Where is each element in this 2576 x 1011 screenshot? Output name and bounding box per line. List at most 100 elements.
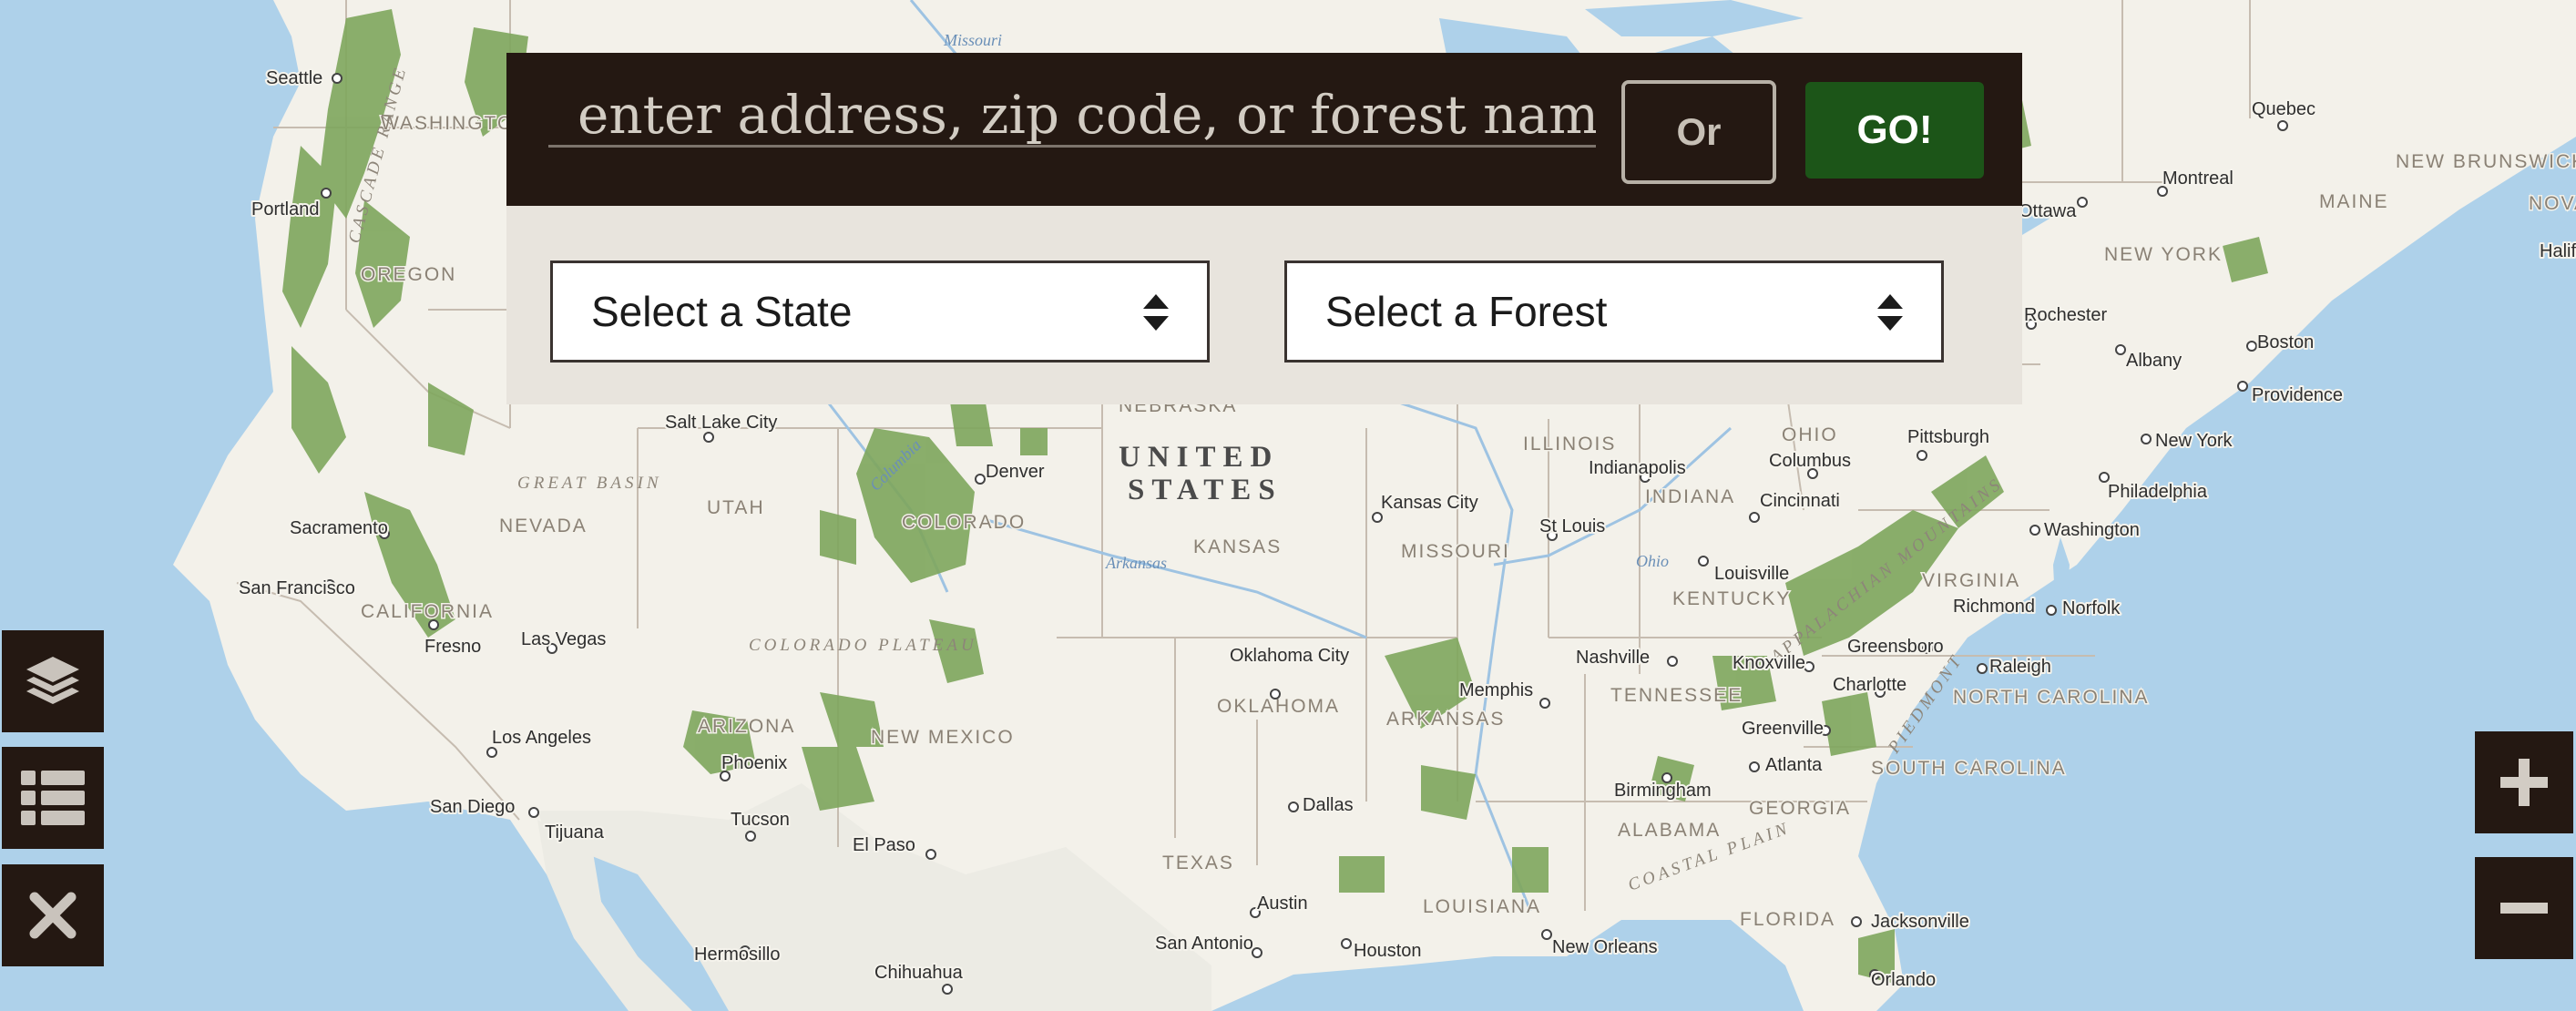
state-label: NORTH CAROLINA [1953,687,2149,708]
layers-icon [26,657,79,704]
water-label: Arkansas [1105,554,1167,572]
state-label: NEW YORK [2104,244,2223,265]
city-label: Rochester [2024,305,2107,325]
city-label: Salt Lake City [665,413,777,433]
city-label: Dallas [1303,795,1354,815]
city-label: Pittsburgh [1907,427,1989,447]
city-label: Nashville [1576,648,1650,668]
list-button[interactable] [2,747,104,849]
city-label: Halifax [2540,241,2576,261]
city-label: Columbus [1769,451,1851,471]
sort-arrows-icon [1143,294,1169,331]
state-label: VIRGINIA [1922,570,2020,591]
filter-panel: Select a State Select a Forest [506,206,2022,404]
state-label: MAINE [2319,191,2389,212]
city-label: Austin [1257,894,1308,914]
city-label: Portland [251,199,320,220]
state-label: CALIFORNIA [361,601,494,622]
city-label: Oklahoma City [1230,646,1349,666]
city-label: Washington [2044,520,2140,540]
plus-icon [2500,759,2548,806]
minus-icon [2500,903,2548,914]
state-label: NEW BRUNSWICK [2396,151,2576,172]
city-label: Charlotte [1833,675,1906,695]
close-button[interactable] [2,864,104,966]
city-label: Atlanta [1765,755,1823,775]
city-label: Richmond [1953,597,2035,617]
region-label: GREAT BASIN [517,474,662,493]
zoom-out-button[interactable] [2475,857,2573,959]
city-label: Louisville [1714,564,1789,584]
city-label: San Antonio [1155,934,1253,954]
city-label: Montreal [2162,168,2234,189]
state-label: TENNESSEE [1610,685,1743,706]
city-label: Ottawa [2019,201,2077,221]
city-label: Raleigh [1989,657,2051,677]
state-label: ARIZONA [698,716,795,737]
list-icon [21,771,85,825]
state-label: ILLINOIS [1523,434,1616,454]
state-select-label: Select a State [591,288,853,335]
or-separator: Or [1621,80,1776,184]
city-label: San Diego [430,797,515,817]
city-label: New Orleans [1552,937,1658,957]
state-select[interactable]: Select a State [550,260,1210,363]
state-label: NEW MEXICO [871,727,1015,748]
close-icon [29,892,77,939]
zoom-in-button[interactable] [2475,731,2573,833]
city-label: St Louis [1539,516,1605,536]
state-label: ALABAMA [1618,820,1721,841]
city-label: Denver [986,462,1045,482]
go-button[interactable]: GO! [1805,82,1984,179]
city-label: Quebec [2252,99,2315,119]
state-label: NEVADA [499,516,588,536]
search-bar: Or GO! [506,53,2022,206]
city-label: Hermosillo [694,945,780,965]
city-label: Birmingham [1614,781,1712,801]
city-label: Greenville [1742,719,1824,739]
city-label: Boston [2257,332,2314,352]
state-label: OREGON [361,264,456,285]
forest-select[interactable]: Select a Forest [1284,260,1944,363]
state-label: ARKANSAS [1386,709,1505,730]
city-label: Tijuana [545,822,605,842]
state-label: GEORGIA [1749,798,1851,819]
city-label: Jacksonville [1871,912,1969,932]
city-label: Fresno [424,637,481,657]
layers-button[interactable] [2,630,104,732]
state-label: NOVA SCOTIA [2529,193,2576,214]
state-label: SOUTH CAROLINA [1871,758,2067,779]
city-label: Cincinnati [1760,491,1840,511]
city-label: Sacramento [290,518,388,538]
forest-select-label: Select a Forest [1325,288,1608,335]
city-label: Philadelphia [2108,482,2208,502]
water-label: Missouri [943,31,1002,49]
city-label: Albany [2126,351,2182,371]
state-label: FLORIDA [1740,909,1835,930]
city-label: Orlando [1871,970,1936,990]
city-label: Knoxville [1733,653,1805,673]
city-label: Phoenix [721,753,787,773]
water-label: Ohio [1636,552,1669,570]
address-search-input[interactable] [548,84,1596,148]
state-label: UTAH [707,497,765,518]
city-label: Greensboro [1847,637,1944,657]
city-label: Seattle [266,68,322,88]
sort-arrows-icon [1877,294,1903,331]
city-label: Los Angeles [492,728,591,748]
city-label: Houston [1354,941,1422,961]
region-label: COLORADO PLATEAU [749,636,977,655]
state-label: LOUISIANA [1423,896,1541,917]
state-label: KENTUCKY [1672,588,1791,609]
state-label: MISSOURI [1401,541,1510,562]
city-label: Indianapolis [1589,458,1686,478]
city-label: San Francisco [239,578,355,598]
state-label: TEXAS [1162,853,1234,873]
state-label: INDIANA [1645,486,1735,507]
city-label: Kansas City [1381,493,1478,513]
city-label: El Paso [853,835,915,855]
city-label: New York [2155,431,2233,451]
city-label: Memphis [1459,680,1533,700]
city-label: Providence [2252,385,2343,405]
country-label-line1: UNITED [1119,441,1279,474]
